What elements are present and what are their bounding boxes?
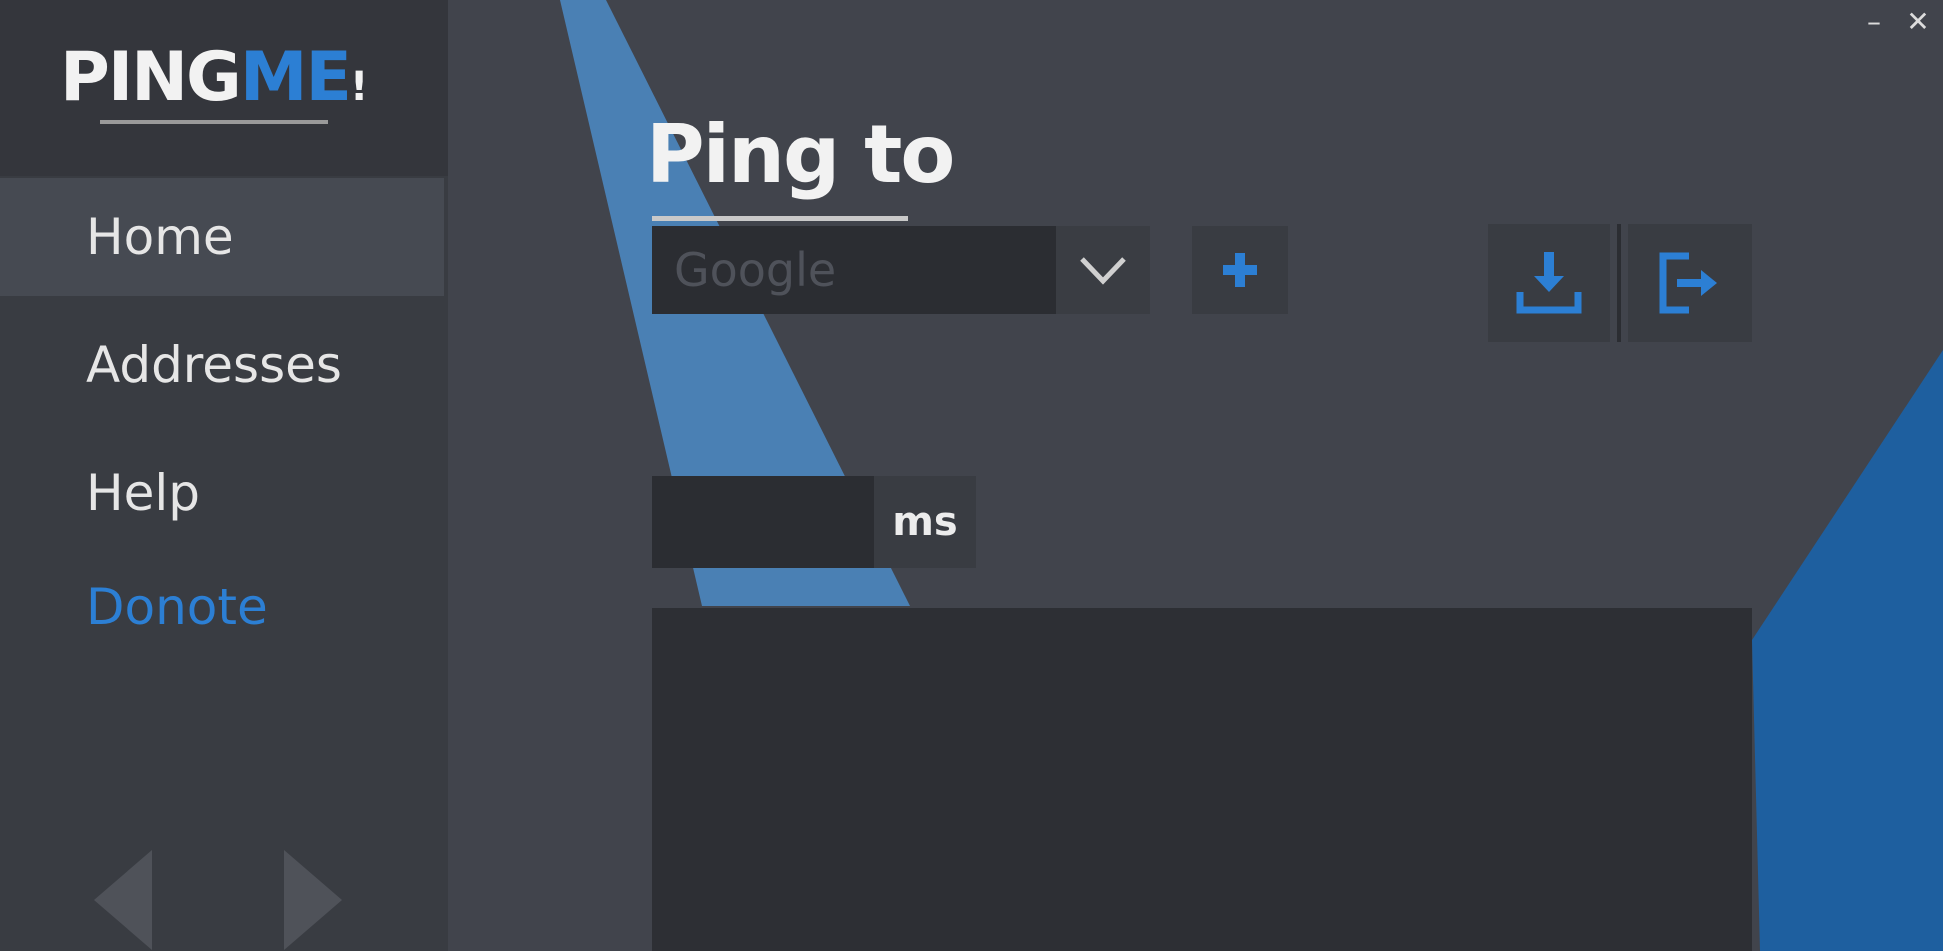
logout-icon <box>1659 252 1717 314</box>
nav-arrows <box>80 840 360 950</box>
close-button[interactable]: ✕ <box>1900 4 1936 40</box>
ms-unit-label: ms <box>874 476 976 568</box>
sidebar-item-help[interactable]: Help <box>0 434 444 552</box>
arrow-right-icon[interactable] <box>280 840 350 950</box>
target-combo[interactable]: Google <box>652 226 1150 314</box>
logo-area: PINGME! <box>0 0 448 176</box>
add-address-button[interactable] <box>1192 226 1288 314</box>
sidebar-item-addresses[interactable]: Addresses <box>0 306 444 424</box>
sidebar-item-label: Addresses <box>86 336 342 394</box>
app-logo: PINGME! <box>60 38 368 127</box>
logo-ping: PING <box>60 38 242 117</box>
combo-dropdown-button[interactable] <box>1056 226 1150 314</box>
plus-icon <box>1223 253 1257 287</box>
logo-underline <box>100 120 328 124</box>
sidebar-item-home[interactable]: Home <box>0 178 444 296</box>
app-window: – ✕ PINGME! Home Addresses Help Donote P… <box>0 0 1943 951</box>
logo-bang: ! <box>350 64 368 110</box>
target-combo-value[interactable]: Google <box>652 226 1056 314</box>
title-underline <box>652 216 908 221</box>
sidebar-item-donate[interactable]: Donote <box>0 548 444 666</box>
logo-me: ME <box>239 38 352 117</box>
arrow-left-icon[interactable] <box>86 840 156 950</box>
download-icon <box>1516 252 1582 314</box>
page-title: Ping to <box>646 108 955 201</box>
sidebar-item-label: Help <box>86 464 200 522</box>
minimize-button[interactable]: – <box>1856 4 1892 40</box>
sidebar-item-label: Donote <box>86 578 268 636</box>
chevron-down-icon <box>1080 257 1126 285</box>
sidebar-item-label: Home <box>86 208 234 266</box>
logout-button[interactable] <box>1628 224 1752 342</box>
download-button[interactable] <box>1488 224 1610 342</box>
ping-interval-input[interactable] <box>652 476 874 568</box>
dark-blue-stripe <box>1752 350 1943 951</box>
sidebar: PINGME! Home Addresses Help Donote <box>0 0 448 951</box>
ping-output-area[interactable] <box>652 608 1752 951</box>
toolbar-divider <box>1617 224 1621 342</box>
